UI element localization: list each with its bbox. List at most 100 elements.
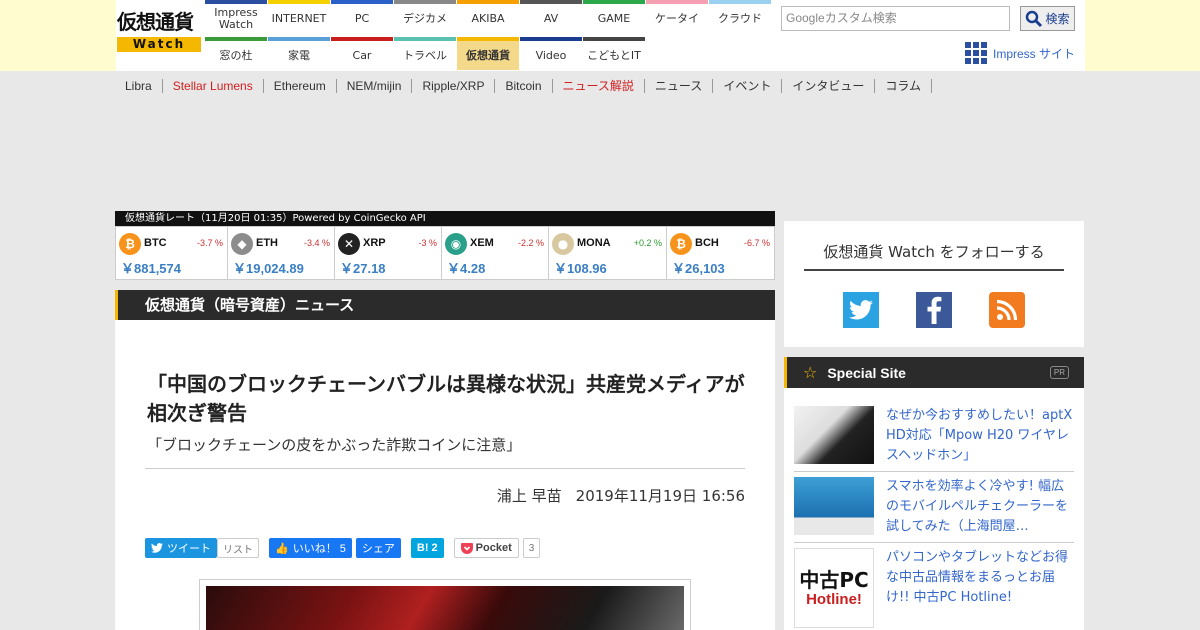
subnav-item[interactable]: コラム	[875, 79, 932, 93]
special-item-link[interactable]: パソコンやタブレットなどお得な中古品情報をまるっとお届け!! 中古PC Hotl…	[886, 548, 1076, 608]
twitter-follow-button[interactable]	[843, 292, 879, 328]
phone-cooler-thumbnail	[794, 477, 874, 535]
monacoin-icon: ●	[552, 233, 574, 255]
coin-change: -2.2 %	[517, 238, 544, 248]
impress-sites-link[interactable]: Impress サイト	[965, 42, 1075, 64]
subnav-item[interactable]: Ripple/XRP	[412, 79, 496, 93]
subnav-item[interactable]: Bitcoin	[495, 79, 553, 93]
article-image	[206, 586, 684, 630]
coin-symbol: MONA	[577, 237, 611, 249]
pocket-button[interactable]: Pocket	[453, 538, 519, 558]
search-input[interactable]: Googleカスタム検索	[781, 6, 1010, 31]
site-header: 仮想通貨 Watch Impress Watch INTERNET PC デジカメ AKI…	[0, 0, 1200, 71]
rate-item[interactable]: ● MONA +0.2 % ￥108.96	[549, 227, 667, 279]
pr-badge: PR	[1049, 366, 1069, 379]
nav-tab[interactable]: INTERNET	[268, 0, 330, 33]
subnav-item[interactable]: インタビュー	[782, 79, 876, 93]
rate-item[interactable]: ✕ XRP -3 % ￥27.18	[335, 227, 442, 279]
rate-item[interactable]: ₿ BCH -6.7 % ￥26,103	[667, 227, 774, 279]
xrp-icon: ✕	[338, 233, 360, 255]
search-button[interactable]: 検索	[1020, 6, 1075, 31]
nav-tab[interactable]: 仮想通貨	[457, 37, 519, 70]
author: 浦上 早苗	[496, 487, 562, 505]
follow-title: 仮想通貨 Watch をフォローする	[804, 241, 1064, 271]
rss-icon	[996, 299, 1018, 321]
grid-icon	[965, 42, 987, 64]
coin-change: -3 %	[418, 238, 437, 248]
nav-tab[interactable]: ケータイ	[646, 0, 708, 33]
subnav-item[interactable]: Stellar Lumens	[163, 79, 264, 93]
nav-tab[interactable]: デジカメ	[394, 0, 456, 33]
coin-change: +0.2 %	[633, 238, 662, 248]
coin-price: ￥27.18	[340, 261, 386, 276]
coin-symbol: BCH	[695, 237, 719, 249]
pocket-count: 3	[522, 538, 541, 558]
site-logo[interactable]: 仮想通貨 Watch	[117, 10, 201, 56]
coin-price: ￥881,574	[121, 261, 181, 276]
coin-symbol: BTC	[144, 237, 167, 249]
thumbs-up-icon: 👍	[275, 542, 289, 555]
subnav-item[interactable]: Ethereum	[264, 79, 337, 93]
nav-tab[interactable]: AKIBA	[457, 0, 519, 33]
rate-item[interactable]: ◉ XEM -2.2 % ￥4.28	[442, 227, 549, 279]
rate-header: 仮想通貨レート（11月20日 01:35）Powered by CoinGeck…	[115, 211, 775, 226]
subnav-item[interactable]: ニュース	[645, 79, 714, 93]
nav-tab[interactable]: クラウド	[709, 0, 771, 33]
headphones-thumbnail	[794, 406, 874, 464]
share-buttons: ツイート リスト 👍 いいね！ 5 シェア B! 2 Pocket 3	[145, 538, 541, 558]
coin-change: -3.4 %	[303, 238, 330, 248]
star-icon: ☆	[803, 363, 818, 382]
nav-tab[interactable]: Video	[520, 37, 582, 70]
rate-ticker: ₿ BTC -3.7 % ￥881,574 ◆ ETH -3.4 % ￥19,024.89 ✕ X…	[115, 226, 775, 280]
rate-item[interactable]: ◆ ETH -3.4 % ￥19,024.89	[228, 227, 335, 279]
rss-follow-button[interactable]	[989, 292, 1025, 328]
follow-box: 仮想通貨 Watch をフォローする	[784, 221, 1084, 347]
nav-tab[interactable]: PC	[331, 0, 393, 33]
pc-hotline-logo-top: 中古PC	[799, 567, 869, 592]
facebook-share-button[interactable]: シェア	[355, 538, 401, 558]
facebook-follow-button[interactable]	[916, 292, 952, 328]
nav-tab[interactable]: 家電	[268, 37, 330, 70]
nem-icon: ◉	[445, 233, 467, 255]
list-item[interactable]: スマホを効率よく冷やす! 幅広のモバイルペルチェクーラーを試してみた（上海問屋…	[794, 472, 1074, 543]
coin-change: -3.7 %	[196, 238, 223, 248]
coin-price: ￥108.96	[554, 261, 607, 276]
article-headline: 「中国のブロックチェーンバブルは異様な状況」共産党メディアが相次ぎ警告	[147, 372, 745, 425]
list-item[interactable]: 中古PC Hotline! パソコンやタブレットなどお得な中古品情報をまるっとお…	[794, 543, 1074, 630]
nav-tab[interactable]: Car	[331, 37, 393, 70]
subnav-item[interactable]: イベント	[713, 79, 783, 93]
twitter-list-button[interactable]: リスト	[217, 538, 259, 558]
special-site-header: ☆ Special Site PR	[784, 357, 1084, 388]
nav-tab[interactable]: AV	[520, 0, 582, 33]
list-item[interactable]: なぜか今おすすめしたい！aptX HD対応「Mpow H20 ワイヤレスヘッドホ…	[794, 388, 1074, 472]
subnav-item[interactable]: ニュース解説	[553, 79, 645, 93]
facebook-icon	[927, 296, 942, 324]
pc-hotline-logo-bottom: Hotline!	[806, 590, 862, 608]
special-item-link[interactable]: なぜか今おすすめしたい！aptX HD対応「Mpow H20 ワイヤレスヘッドホ…	[886, 406, 1076, 466]
nav-tab[interactable]: 窓の杜	[205, 37, 267, 70]
coin-symbol: XEM	[470, 237, 494, 249]
special-item-link[interactable]: スマホを効率よく冷やす! 幅広のモバイルペルチェクーラーを試してみた（上海問屋…	[886, 477, 1076, 537]
header-right-band	[1085, 0, 1200, 71]
subnav-item[interactable]: NEM/mijin	[337, 79, 413, 93]
impress-sites-label: Impress サイト	[993, 46, 1076, 61]
facebook-like-button[interactable]: 👍 いいね！ 5	[269, 538, 352, 558]
twitter-icon	[849, 300, 873, 320]
hatena-bookmark-button[interactable]: B! 2	[410, 538, 444, 558]
bitcoin-cash-icon: ₿	[670, 233, 692, 255]
tweet-button[interactable]: ツイート	[145, 538, 217, 558]
tweet-label: ツイート	[167, 543, 211, 555]
coin-change: -6.7 %	[743, 238, 770, 248]
rate-item[interactable]: ₿ BTC -3.7 % ￥881,574	[116, 227, 228, 279]
special-site-list: なぜか今おすすめしたい！aptX HD対応「Mpow H20 ワイヤレスヘッドホ…	[784, 388, 1084, 630]
subnav-item[interactable]: Libra	[115, 79, 163, 93]
coin-price: ￥19,024.89	[233, 261, 304, 276]
nav-tab[interactable]: GAME	[583, 0, 645, 33]
nav-tab[interactable]: こどもとIT	[583, 37, 645, 70]
section-title: 仮想通貨（暗号資産）ニュース	[115, 290, 775, 320]
ethereum-icon: ◆	[231, 233, 253, 255]
nav-tab[interactable]: Impress Watch	[205, 0, 267, 33]
pocket-label: Pocket	[475, 542, 512, 554]
coin-symbol: ETH	[256, 237, 278, 249]
nav-tab[interactable]: トラベル	[394, 37, 456, 70]
